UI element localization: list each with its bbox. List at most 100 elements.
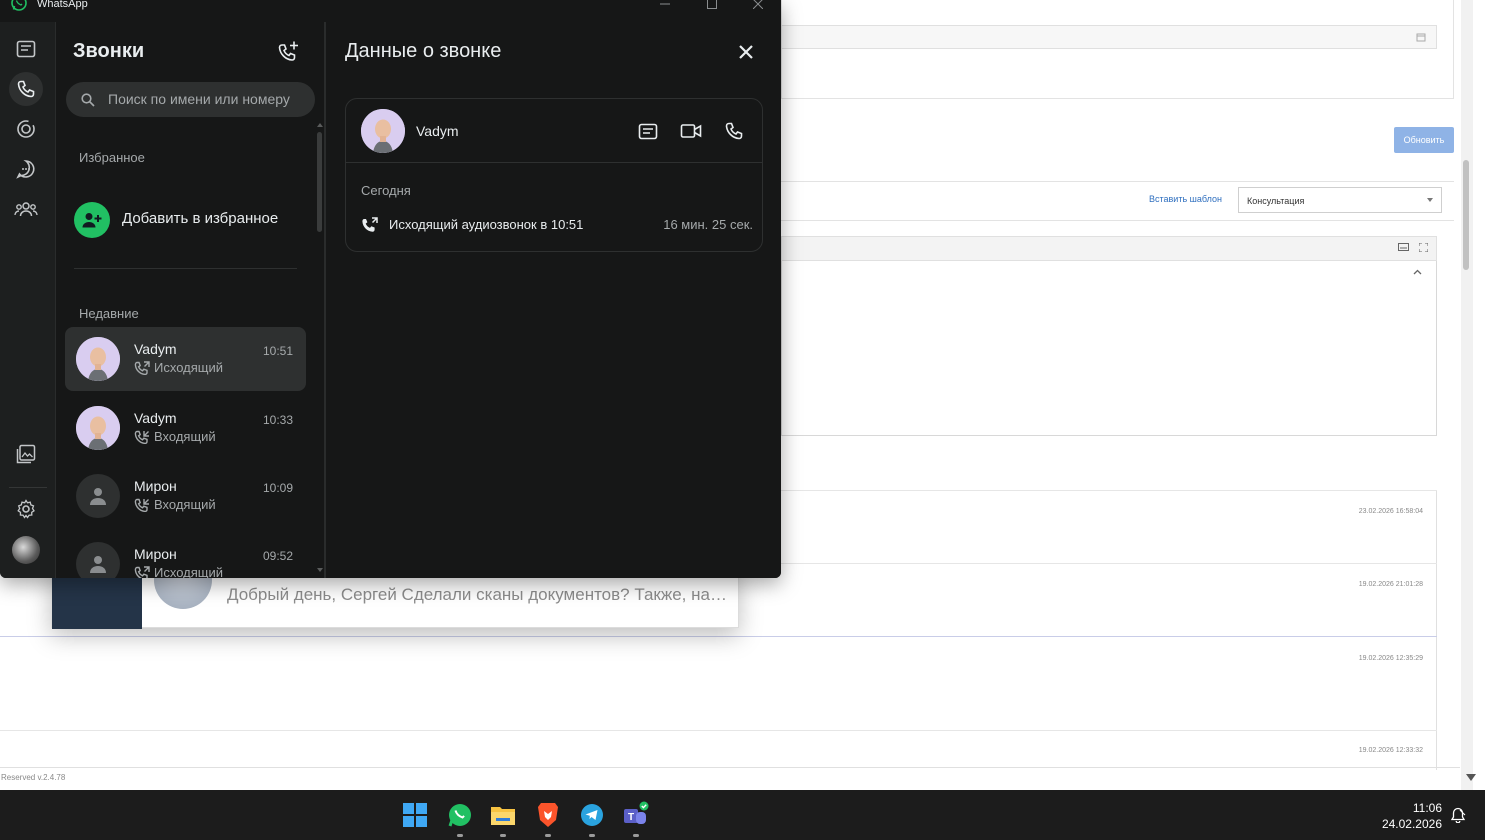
- template-select-value: Консультация: [1247, 196, 1305, 206]
- contact-avatar[interactable]: [361, 109, 405, 153]
- outgoing-call-icon: [362, 217, 378, 232]
- telegram-icon: [581, 804, 603, 826]
- taskbar-brave-browser[interactable]: [534, 801, 562, 837]
- default-user-icon: [90, 488, 106, 505]
- nav-media-button[interactable]: [9, 437, 43, 471]
- brave-lion-icon: [538, 803, 558, 827]
- phone-icon: [725, 122, 743, 140]
- call-direction-label: Исходящий: [154, 565, 223, 578]
- notification-bell-icon[interactable]: [1450, 807, 1466, 823]
- call-direction: Исходящий: [134, 565, 223, 578]
- new-call-button[interactable]: [278, 40, 300, 62]
- minimize-button[interactable]: [650, 0, 680, 11]
- search-input[interactable]: Поиск по имени или номеру: [66, 82, 315, 117]
- call-direction: Входящий: [134, 497, 216, 512]
- nav-calls-button[interactable]: [9, 72, 43, 106]
- add-user-icon: [82, 213, 102, 228]
- calendar-icon: [1416, 33, 1426, 42]
- nav-communities-button[interactable]: [9, 192, 43, 226]
- scroll-down-arrow-icon[interactable]: [1466, 774, 1476, 781]
- title-bar: WhatsApp: [0, 0, 781, 22]
- system-clock[interactable]: 11:06 24.02.2026: [1380, 800, 1442, 832]
- clock-date: 24.02.2026: [1381, 817, 1442, 831]
- voice-call-button[interactable]: [723, 120, 745, 142]
- running-indicator: [589, 834, 595, 837]
- page-scrollbar[interactable]: [1461, 0, 1473, 790]
- template-select[interactable]: Консультация: [1238, 187, 1442, 213]
- fullscreen-icon[interactable]: [1419, 243, 1428, 252]
- call-list-item[interactable]: Мирон 09:52 Исходящий: [65, 532, 306, 578]
- clock-time: 11:06: [1412, 801, 1442, 815]
- video-call-button[interactable]: [680, 120, 702, 142]
- channels-icon: [16, 160, 35, 179]
- rail-divider: [9, 487, 47, 488]
- whatsapp-logo-icon: [11, 0, 27, 11]
- outgoing-call-icon: [134, 565, 150, 578]
- close-details-button[interactable]: [736, 42, 756, 62]
- communities-icon: [14, 202, 38, 217]
- calls-title: Звонки: [73, 40, 145, 62]
- call-details-panel: Данные о звонке Vadym Сегодня Исходящий …: [328, 22, 781, 578]
- timestamp: 19.02.2026 12:33:32: [1358, 747, 1423, 754]
- call-details-card: Vadym Сегодня Исходящий аудиозвонок в 10…: [345, 98, 763, 252]
- open-chat-button[interactable]: [637, 120, 659, 142]
- call-direction-label: Входящий: [154, 429, 216, 444]
- insert-template-link[interactable]: Вставить шаблон: [1149, 194, 1222, 204]
- add-favorite-label: Добавить в избранное: [122, 210, 279, 227]
- teams-icon: T: [624, 801, 649, 824]
- running-indicator: [500, 834, 506, 837]
- incoming-call-icon: [134, 498, 149, 512]
- call-duration: 16 мин. 25 сек.: [663, 217, 753, 232]
- call-time: 09:52: [262, 549, 293, 563]
- maximize-button[interactable]: [697, 0, 727, 11]
- nav-chats-button[interactable]: [9, 32, 43, 66]
- phone-icon: [17, 80, 35, 98]
- call-log-label: Исходящий аудиозвонок в 10:51: [389, 217, 584, 232]
- favorites-heading: Избранное: [79, 150, 145, 165]
- contact-avatar: [76, 542, 120, 578]
- bg-date-input[interactable]: [781, 25, 1437, 49]
- contact-avatar: [76, 337, 120, 381]
- nav-status-button[interactable]: [9, 112, 43, 146]
- minimize-icon: [660, 3, 670, 5]
- add-favorite-button[interactable]: Добавить в избранное: [74, 202, 304, 238]
- windows-start-button[interactable]: [401, 801, 429, 829]
- search-icon: [81, 93, 95, 107]
- whatsapp-window: WhatsApp Звонки Поиск по имени или номер…: [0, 0, 781, 578]
- update-button[interactable]: Обновить: [1394, 127, 1454, 153]
- editor-toolbar: [781, 236, 1437, 261]
- call-time: 10:51: [262, 344, 293, 358]
- taskbar-file-explorer[interactable]: [489, 801, 517, 837]
- bg-form-panel: [781, 0, 1454, 99]
- call-log-entry: Исходящий аудиозвонок в 10:51 16 мин. 25…: [361, 215, 753, 237]
- scroll-down-arrow-icon[interactable]: [317, 568, 323, 573]
- taskbar-telegram[interactable]: [578, 801, 606, 837]
- taskbar-whatsapp[interactable]: [446, 801, 474, 837]
- scrollbar-thumb[interactable]: [317, 132, 322, 232]
- contact-avatar: [76, 406, 120, 450]
- call-contact-name: Мирон: [134, 478, 177, 494]
- contact-name: Vadym: [416, 123, 459, 139]
- call-direction: Входящий: [134, 429, 216, 444]
- whatsapp-icon: [448, 804, 471, 827]
- keyboard-icon[interactable]: [1398, 243, 1409, 251]
- nav-channels-button[interactable]: [9, 152, 43, 186]
- nav-settings-button[interactable]: [9, 492, 43, 526]
- footer-text: Reserved v.2.4.78: [1, 773, 66, 782]
- call-list-item[interactable]: Vadym 10:33 Входящий: [65, 396, 306, 460]
- chevron-up-icon[interactable]: [1413, 269, 1422, 275]
- scrollbar-thumb[interactable]: [1463, 160, 1469, 270]
- call-list-item[interactable]: Мирон 10:09 Входящий: [65, 464, 306, 528]
- profile-avatar[interactable]: [12, 536, 40, 564]
- close-window-button[interactable]: [743, 0, 773, 11]
- calls-scrollbar[interactable]: [317, 122, 323, 572]
- scroll-up-arrow-icon[interactable]: [317, 122, 323, 127]
- chat-icon: [638, 123, 658, 139]
- taskbar-teams[interactable]: T: [622, 801, 650, 837]
- avatar-illustration-icon: [76, 406, 120, 450]
- notification-text: Добрый день, Сергей Сделали сканы докуме…: [227, 585, 732, 604]
- recent-heading: Недавние: [79, 306, 139, 321]
- editor-area[interactable]: [781, 261, 1437, 436]
- call-direction-label: Входящий: [154, 497, 216, 512]
- call-list-item[interactable]: Vadym 10:51 Исходящий: [65, 327, 306, 391]
